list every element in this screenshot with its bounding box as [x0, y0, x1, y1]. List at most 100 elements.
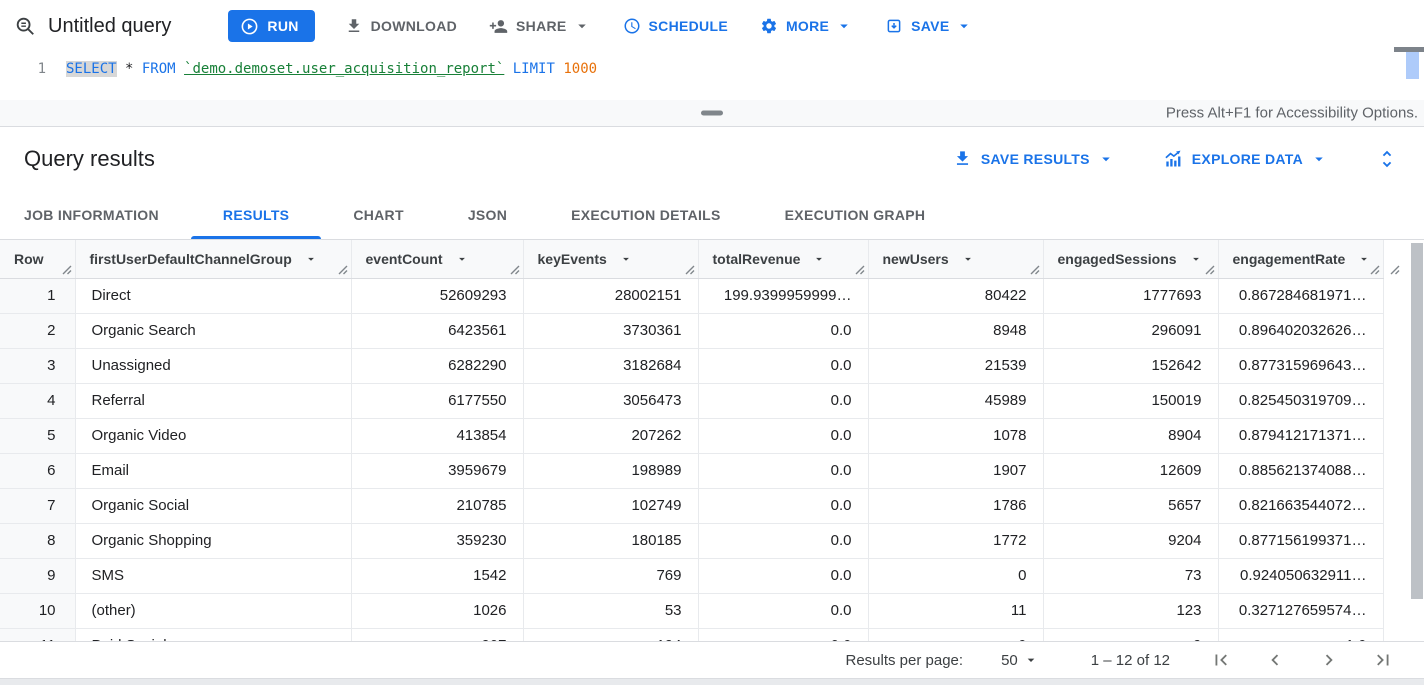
data-cell[interactable]: 0.867284681971…	[1218, 278, 1383, 313]
column-menu-icon[interactable]	[455, 252, 469, 266]
data-cell[interactable]: 207262	[523, 418, 698, 453]
column-header-eventCount[interactable]: eventCount	[351, 240, 523, 278]
data-cell[interactable]: 8904	[1043, 418, 1218, 453]
data-cell[interactable]: 152642	[1043, 348, 1218, 383]
column-resize-icon[interactable]	[510, 265, 520, 275]
data-cell[interactable]: 3959679	[351, 453, 523, 488]
expand-results-button[interactable]	[1376, 148, 1398, 170]
page-size-select[interactable]: 50	[1001, 652, 1039, 669]
column-resize-icon[interactable]	[1030, 265, 1040, 275]
last-page-button[interactable]	[1372, 649, 1394, 671]
column-resize-icon[interactable]	[1390, 265, 1400, 275]
data-cell[interactable]: 0.0	[698, 593, 868, 628]
data-cell[interactable]: 0.0	[698, 383, 868, 418]
data-cell[interactable]: 0.0	[698, 418, 868, 453]
column-resize-icon[interactable]	[685, 265, 695, 275]
data-cell[interactable]: Organic Social	[75, 488, 351, 523]
data-cell[interactable]: 0.825450319709…	[1218, 383, 1383, 418]
data-cell[interactable]: 9204	[1043, 523, 1218, 558]
data-cell[interactable]: 1026	[351, 593, 523, 628]
data-cell[interactable]: 1542	[351, 558, 523, 593]
column-resize-icon[interactable]	[855, 265, 865, 275]
tab-json[interactable]: JSON	[436, 190, 539, 239]
save-results-button[interactable]: SAVE RESULTS	[945, 141, 1123, 177]
data-cell[interactable]: 0.0	[698, 628, 868, 641]
splitter-drag-handle[interactable]	[701, 111, 723, 116]
tab-execution-details[interactable]: EXECUTION DETAILS	[539, 190, 753, 239]
schedule-button[interactable]: SCHEDULE	[612, 9, 739, 43]
previous-page-button[interactable]	[1264, 649, 1286, 671]
tab-chart[interactable]: CHART	[321, 190, 436, 239]
data-cell[interactable]: 0.0	[698, 453, 868, 488]
data-cell[interactable]: Organic Search	[75, 313, 351, 348]
data-cell[interactable]: Paid Social	[75, 628, 351, 641]
data-cell[interactable]: 180185	[523, 523, 698, 558]
data-cell[interactable]: 0.924050632911…	[1218, 558, 1383, 593]
data-cell[interactable]: Referral	[75, 383, 351, 418]
column-resize-icon[interactable]	[1370, 265, 1380, 275]
editor-vertical-scrollbar[interactable]	[1406, 52, 1419, 79]
data-cell[interactable]: 0	[868, 558, 1043, 593]
data-cell[interactable]: 3056473	[523, 383, 698, 418]
data-cell[interactable]: 12609	[1043, 453, 1218, 488]
column-header-firstUserDefaultChannelGroup[interactable]: firstUserDefaultChannelGroup	[75, 240, 351, 278]
data-cell[interactable]: SMS	[75, 558, 351, 593]
column-resize-icon[interactable]	[62, 265, 72, 275]
data-cell[interactable]: 198989	[523, 453, 698, 488]
data-cell[interactable]: 5657	[1043, 488, 1218, 523]
data-cell[interactable]: 1777693	[1043, 278, 1218, 313]
column-header-engagementRate[interactable]: engagementRate	[1218, 240, 1383, 278]
data-cell[interactable]: 0.877156199371…	[1218, 523, 1383, 558]
data-cell[interactable]: 0.877315969643…	[1218, 348, 1383, 383]
save-button[interactable]: SAVE	[874, 9, 984, 43]
data-cell[interactable]: 0.0	[698, 488, 868, 523]
data-cell[interactable]: 150019	[1043, 383, 1218, 418]
data-cell[interactable]: 73	[1043, 558, 1218, 593]
data-cell[interactable]: 53	[523, 593, 698, 628]
next-page-button[interactable]	[1318, 649, 1340, 671]
share-button[interactable]: SHARE	[478, 9, 602, 43]
data-cell[interactable]: 210785	[351, 488, 523, 523]
data-cell[interactable]: 6177550	[351, 383, 523, 418]
explore-data-button[interactable]: EXPLORE DATA	[1155, 141, 1336, 177]
data-cell[interactable]: 9	[1043, 628, 1218, 641]
tab-job-information[interactable]: JOB INFORMATION	[24, 190, 191, 239]
table-vertical-scrollbar-thumb[interactable]	[1411, 243, 1423, 599]
column-menu-icon[interactable]	[961, 252, 975, 266]
data-cell[interactable]: 3730361	[523, 313, 698, 348]
data-cell[interactable]: 6282290	[351, 348, 523, 383]
run-button[interactable]: RUN	[228, 10, 314, 42]
data-cell[interactable]: 0.821663544072…	[1218, 488, 1383, 523]
data-cell[interactable]: Organic Shopping	[75, 523, 351, 558]
data-cell[interactable]: 0.0	[698, 348, 868, 383]
data-cell[interactable]: 296091	[1043, 313, 1218, 348]
data-cell[interactable]: 0.0	[698, 313, 868, 348]
column-header-newUsers[interactable]: newUsers	[868, 240, 1043, 278]
data-cell[interactable]: 123	[1043, 593, 1218, 628]
data-cell[interactable]: 3182684	[523, 348, 698, 383]
tab-results[interactable]: RESULTS	[191, 190, 321, 239]
data-cell[interactable]: 102749	[523, 488, 698, 523]
first-page-button[interactable]	[1210, 649, 1232, 671]
data-cell[interactable]: 359230	[351, 523, 523, 558]
data-cell[interactable]: 52609293	[351, 278, 523, 313]
more-button[interactable]: MORE	[749, 9, 864, 43]
column-header-keyEvents[interactable]: keyEvents	[523, 240, 698, 278]
data-cell[interactable]: Direct	[75, 278, 351, 313]
download-button[interactable]: DOWNLOAD	[334, 9, 468, 43]
table-vertical-scrollbar-track[interactable]	[1410, 240, 1424, 641]
column-header-engagedSessions[interactable]: engagedSessions	[1043, 240, 1218, 278]
data-cell[interactable]: 194	[523, 628, 698, 641]
data-cell[interactable]: 0.327127659574…	[1218, 593, 1383, 628]
column-menu-icon[interactable]	[1189, 252, 1203, 266]
column-menu-icon[interactable]	[619, 252, 633, 266]
data-cell[interactable]: Email	[75, 453, 351, 488]
data-cell[interactable]: 8948	[868, 313, 1043, 348]
data-cell[interactable]: 28002151	[523, 278, 698, 313]
sql-table-reference-link[interactable]: `demo.demoset.user_acquisition_report`	[184, 61, 504, 77]
sql-editor[interactable]: 1 SELECT * FROM `demo.demoset.user_acqui…	[0, 52, 1424, 100]
data-cell[interactable]: 1907	[868, 453, 1043, 488]
data-cell[interactable]: 1786	[868, 488, 1043, 523]
horizontal-scrollbar-strip[interactable]	[0, 678, 1424, 685]
data-cell[interactable]: 907	[351, 628, 523, 641]
